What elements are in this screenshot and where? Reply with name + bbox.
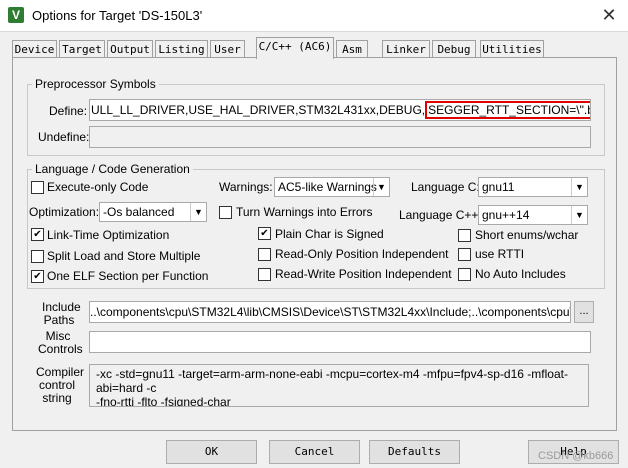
- ropi-label: Read-Only Position Independent: [275, 247, 449, 261]
- turn-warnings-label: Turn Warnings into Errors: [236, 205, 373, 219]
- lto-checkbox[interactable]: ✔: [31, 228, 44, 241]
- warnings-select[interactable]: AC5-like Warnings ▼: [274, 177, 390, 197]
- language-group-label: Language / Code Generation: [32, 162, 193, 176]
- execute-only-label: Execute-only Code: [47, 180, 149, 194]
- close-button[interactable]: ✕: [596, 3, 622, 27]
- no-auto-includes-checkbox[interactable]: [458, 268, 471, 281]
- misc-controls-label: Misc Controls: [38, 329, 83, 356]
- use-rtti-checkbox[interactable]: [458, 248, 471, 261]
- no-auto-includes-label: No Auto Includes: [475, 267, 566, 281]
- plain-char-checkbox[interactable]: ✔: [258, 227, 271, 240]
- misc-controls-input[interactable]: [89, 331, 591, 353]
- tab-device[interactable]: Device: [12, 40, 57, 58]
- window-title: Options for Target 'DS-150L3': [32, 8, 203, 23]
- turn-warnings-checkbox[interactable]: [219, 206, 232, 219]
- title-bar: V Options for Target 'DS-150L3' ✕: [0, 0, 628, 32]
- optimization-value: -Os balanced: [103, 205, 175, 219]
- optimization-label: Optimization:: [29, 205, 100, 219]
- define-label: Define:: [49, 104, 88, 118]
- preprocessor-group-label: Preprocessor Symbols: [32, 77, 159, 91]
- use-rtti-label: use RTTI: [475, 247, 525, 261]
- short-enums-checkbox[interactable]: [458, 229, 471, 242]
- ropi-checkbox[interactable]: [258, 248, 271, 261]
- cancel-button[interactable]: Cancel: [269, 440, 360, 464]
- one-elf-label: One ELF Section per Function: [47, 269, 209, 283]
- warnings-value: AC5-like Warnings: [278, 180, 377, 194]
- tab-user[interactable]: User: [210, 40, 245, 58]
- execute-only-checkbox[interactable]: [31, 181, 44, 194]
- language-c-select[interactable]: gnu11 ▼: [478, 177, 588, 197]
- language-cpp-label: Language C++:: [399, 208, 482, 222]
- chevron-down-icon: ▼: [190, 203, 206, 221]
- split-load-checkbox[interactable]: [31, 250, 44, 263]
- language-cpp-select[interactable]: gnu++14 ▼: [478, 205, 588, 225]
- undefine-input[interactable]: [89, 126, 591, 148]
- tab-output[interactable]: Output: [107, 40, 153, 58]
- chevron-down-icon: ▼: [571, 206, 587, 224]
- define-highlight: SEGGER_RTT_SECTION=\".bss.RTT\": [425, 101, 590, 119]
- tab-linker[interactable]: Linker: [382, 40, 430, 58]
- optimization-select[interactable]: -Os balanced ▼: [99, 202, 207, 222]
- tab-cpp-ac6[interactable]: C/C++ (AC6): [256, 37, 334, 59]
- tab-utilities[interactable]: Utilities: [480, 40, 544, 58]
- ok-button[interactable]: OK: [166, 440, 257, 464]
- short-enums-label: Short enums/wchar: [475, 228, 579, 242]
- warnings-label: Warnings:: [219, 180, 273, 194]
- include-paths-label: Include Paths: [42, 300, 81, 327]
- define-value: ULL_LL_DRIVER,USE_HAL_DRIVER,STM32L431xx…: [91, 103, 426, 117]
- include-browse-button[interactable]: ...: [574, 301, 594, 323]
- language-c-value: gnu11: [482, 180, 515, 194]
- tab-debug[interactable]: Debug: [432, 40, 476, 58]
- one-elf-checkbox[interactable]: ✔: [31, 270, 44, 283]
- tab-asm[interactable]: Asm: [336, 40, 368, 58]
- split-load-label: Split Load and Store Multiple: [47, 249, 201, 263]
- compiler-control-label: Compiler control string: [36, 365, 85, 405]
- tab-target[interactable]: Target: [59, 40, 105, 58]
- include-paths-input[interactable]: ..\components\cpu\STM32L4\lib\CMSIS\Devi…: [89, 301, 571, 323]
- plain-char-label: Plain Char is Signed: [275, 227, 384, 241]
- chevron-down-icon: ▼: [373, 178, 389, 196]
- lto-label: Link-Time Optimization: [47, 228, 170, 242]
- csdn-watermark: CSDN @kb666: [538, 450, 614, 462]
- language-c-label: Language C:: [411, 180, 480, 194]
- language-cpp-value: gnu++14: [482, 208, 530, 222]
- keil-app-icon: V: [8, 7, 24, 23]
- defaults-button[interactable]: Defaults: [369, 440, 460, 464]
- rwpi-checkbox[interactable]: [258, 268, 271, 281]
- compiler-control-string[interactable]: -xc -std=gnu11 -target=arm-arm-none-eabi…: [89, 364, 589, 407]
- chevron-down-icon: ▼: [571, 178, 587, 196]
- rwpi-label: Read-Write Position Independent: [275, 267, 452, 281]
- undefine-label: Undefine:: [38, 130, 90, 144]
- define-input[interactable]: ULL_LL_DRIVER,USE_HAL_DRIVER,STM32L431xx…: [89, 99, 591, 121]
- tab-listing[interactable]: Listing: [155, 40, 208, 58]
